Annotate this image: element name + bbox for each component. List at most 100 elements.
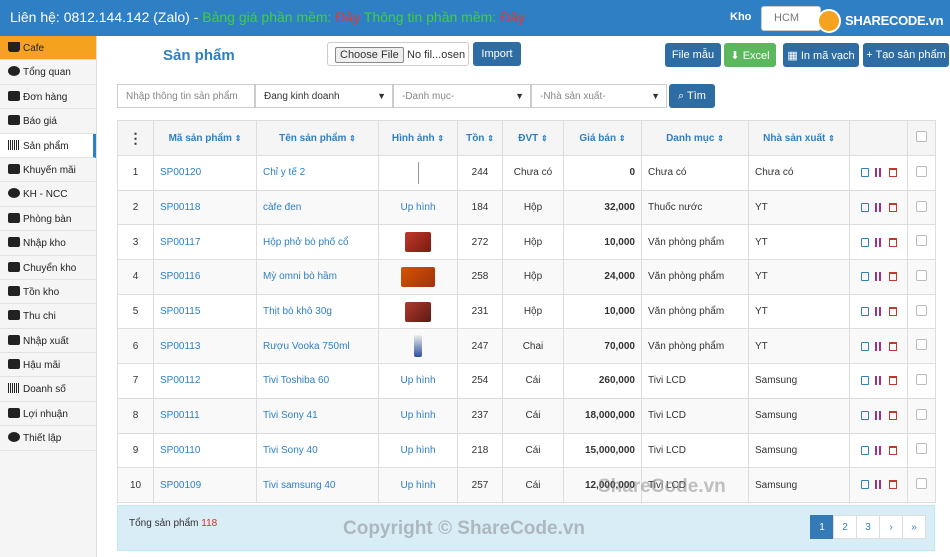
row-checkbox[interactable] — [916, 408, 927, 420]
sidebar-item-promotions[interactable]: Khuyến mãi — [0, 158, 96, 183]
copy-icon[interactable] — [860, 237, 869, 247]
sidebar-item-customers[interactable]: KH - NCC — [0, 182, 96, 207]
row-checkbox[interactable] — [916, 304, 927, 316]
barcode-icon[interactable] — [874, 237, 883, 247]
product-code-link[interactable]: SP00117 — [153, 224, 257, 261]
excel-button[interactable]: ⬇ Excel — [724, 43, 776, 67]
sidebar-item-orders[interactable]: Đơn hàng — [0, 85, 96, 110]
column-menu[interactable]: ⋮ — [117, 120, 154, 156]
copy-icon[interactable] — [860, 376, 869, 386]
col-unit[interactable]: ĐVT ⇕ — [502, 120, 564, 156]
product-name-link[interactable]: Hộp phở bò phố cổ — [256, 224, 379, 261]
table-row[interactable]: 3 SP00117 Hộp phở bò phố cổ 272 Hộp 10,000 Văn… — [117, 224, 936, 261]
table-row[interactable]: 9 SP00110 Tivi Sony 40 Up hình 218 Cái 15,000,… — [117, 432, 936, 469]
copy-icon[interactable] — [860, 272, 869, 282]
product-name-link[interactable]: Thịt bò khô 30g — [256, 293, 379, 330]
search-button[interactable]: ⌕ Tìm — [669, 84, 715, 108]
sidebar-item-aftersales[interactable]: Hậu mãi — [0, 353, 96, 378]
product-code-link[interactable]: SP00113 — [153, 328, 257, 365]
trash-icon[interactable] — [888, 306, 897, 316]
product-name-link[interactable]: Tivi Toshiba 60 — [256, 363, 379, 399]
row-checkbox[interactable] — [916, 443, 927, 455]
trash-icon[interactable] — [888, 480, 897, 490]
barcode-icon[interactable] — [874, 272, 883, 282]
upload-image-link[interactable]: Up hình — [378, 189, 458, 226]
table-row[interactable]: 1 SP00120 Chỉ y tế 2 244 Chưa có 0 Chưa có Chưa… — [117, 155, 936, 191]
trash-icon[interactable] — [888, 411, 897, 421]
sidebar-item-revenue[interactable]: Doanh số — [0, 377, 96, 402]
print-barcode-button[interactable]: ▦ In mã vạch — [783, 43, 859, 67]
product-name-link[interactable]: càfe đen — [256, 189, 379, 226]
upload-image-link[interactable]: Up hình — [378, 432, 458, 469]
col-maker[interactable]: Nhà sản xuất ⇕ — [748, 120, 850, 156]
copy-icon[interactable] — [860, 202, 869, 212]
table-row[interactable]: 2 SP00118 càfe đen Up hình 184 Hộp 32,000 Thuốc… — [117, 189, 936, 226]
product-code-link[interactable]: SP00112 — [153, 363, 257, 399]
barcode-icon[interactable] — [874, 445, 883, 455]
select-all-checkbox[interactable] — [916, 131, 927, 142]
col-image[interactable]: Hình ảnh ⇕ — [378, 120, 458, 156]
sidebar-item-tables[interactable]: Phòng bàn — [0, 207, 96, 232]
table-row[interactable]: 5 SP00115 Thịt bò khô 30g 231 Hộp 10,000 Văn p… — [117, 293, 936, 330]
product-name-link[interactable]: Mỳ omni bò hầm — [256, 259, 379, 295]
row-checkbox[interactable] — [916, 165, 927, 177]
sidebar-item-overview[interactable]: Tổng quan — [0, 60, 96, 85]
copy-icon[interactable] — [860, 480, 869, 490]
table-row[interactable]: 10 SP00109 Tivi samsung 40 Up hình 257 Cái 12,… — [117, 467, 936, 503]
table-row[interactable]: 8 SP00111 Tivi Sony 41 Up hình 237 Cái 18,000,… — [117, 397, 936, 434]
product-name-link[interactable]: Chỉ y tế 2 — [256, 155, 379, 191]
row-checkbox[interactable] — [916, 478, 927, 490]
product-code-link[interactable]: SP00118 — [153, 189, 257, 226]
barcode-icon[interactable] — [874, 341, 883, 351]
sidebar-item-products[interactable]: Sản phẩm — [0, 133, 96, 158]
sidebar-item-cafe[interactable]: Cafe — [0, 36, 96, 61]
col-select-all[interactable] — [907, 120, 936, 156]
table-row[interactable]: 7 SP00112 Tivi Toshiba 60 Up hình 254 Cái 260,… — [117, 363, 936, 399]
row-checkbox[interactable] — [916, 373, 927, 385]
barcode-icon[interactable] — [874, 202, 883, 212]
sidebar-item-transfer[interactable]: Chuyển kho — [0, 256, 96, 280]
kho-select[interactable]: HCM — [761, 6, 821, 31]
create-product-button[interactable]: + Tạo sản phẩm — [863, 43, 949, 67]
trash-icon[interactable] — [888, 168, 897, 178]
table-row[interactable]: 4 SP00116 Mỳ omni bò hầm 258 Hộp 24,000 Văn ph… — [117, 259, 936, 295]
sidebar-item-import[interactable]: Nhập kho — [0, 231, 96, 256]
category-select[interactable]: -Danh mục- ▼ — [393, 84, 531, 108]
row-checkbox[interactable] — [916, 200, 927, 212]
product-code-link[interactable]: SP00109 — [153, 467, 257, 503]
copy-icon[interactable] — [860, 306, 869, 316]
page-2-button[interactable]: 2 — [833, 515, 857, 539]
trash-icon[interactable] — [888, 376, 897, 386]
col-stock[interactable]: Tồn ⇕ — [457, 120, 503, 156]
product-code-link[interactable]: SP00120 — [153, 155, 257, 191]
trash-icon[interactable] — [888, 445, 897, 455]
barcode-icon[interactable] — [874, 168, 883, 178]
trash-icon[interactable] — [888, 237, 897, 247]
sidebar-item-inout[interactable]: Nhập xuất — [0, 329, 96, 354]
product-name-link[interactable]: Rượu Vooka 750ml — [256, 328, 379, 365]
sidebar-item-stock[interactable]: Tồn kho — [0, 280, 96, 305]
col-code[interactable]: Mã sản phẩm ⇕ — [153, 120, 257, 156]
price-link[interactable]: Đây — [335, 9, 360, 25]
product-name-link[interactable]: Tivi Sony 41 — [256, 397, 379, 434]
barcode-icon[interactable] — [874, 480, 883, 490]
status-select[interactable]: Đang kinh doanh ▼ — [255, 84, 393, 108]
page-3-button[interactable]: 3 — [856, 515, 880, 539]
barcode-icon[interactable] — [874, 376, 883, 386]
col-category[interactable]: Danh mục ⇕ — [641, 120, 749, 156]
sidebar-item-cashflow[interactable]: Thu chi — [0, 304, 96, 329]
trash-icon[interactable] — [888, 341, 897, 351]
product-code-link[interactable]: SP00116 — [153, 259, 257, 295]
product-name-link[interactable]: Tivi samsung 40 — [256, 467, 379, 503]
row-checkbox[interactable] — [916, 339, 927, 351]
trash-icon[interactable] — [888, 202, 897, 212]
copy-icon[interactable] — [860, 411, 869, 421]
sidebar-item-quotes[interactable]: Báo giá — [0, 109, 96, 134]
sample-file-button[interactable]: File mẫu — [665, 43, 721, 67]
row-checkbox[interactable] — [916, 269, 927, 281]
page-1-button[interactable]: 1 — [810, 515, 834, 539]
choose-file-button[interactable]: Choose File — [335, 47, 404, 63]
file-input[interactable]: Choose File No fil...osen — [327, 42, 469, 66]
row-checkbox[interactable] — [916, 235, 927, 247]
maker-select[interactable]: -Nhà sản xuất- ▼ — [531, 84, 667, 108]
